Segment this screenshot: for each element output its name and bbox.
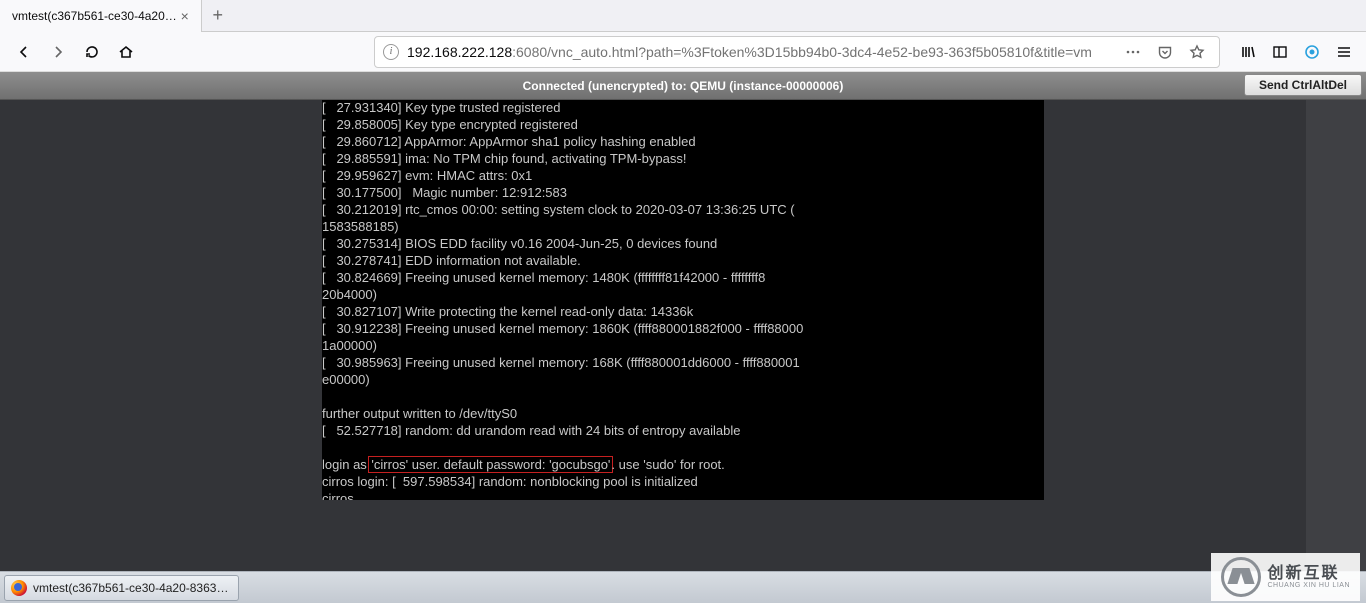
forward-button (42, 36, 74, 68)
page-actions-icon[interactable] (1119, 36, 1147, 68)
console-output: [ 27.931340] Key type trusted registered… (322, 100, 803, 472)
brand-watermark: 创新互联 CHUANG XIN HU LIAN (1211, 553, 1360, 601)
content-area: Connected (unencrypted) to: QEMU (instan… (0, 72, 1366, 571)
brand-logo-icon (1221, 557, 1261, 597)
tab-title: vmtest(c367b561-ce30-4a20… (12, 9, 177, 23)
nav-bar: i 192.168.222.128:6080/vnc_auto.html?pat… (0, 32, 1366, 72)
library-icon[interactable] (1234, 36, 1262, 68)
taskbar-item[interactable]: vmtest(c367b561-ce30-4a20-8363… (4, 575, 239, 601)
vnc-status-text: Connected (unencrypted) to: QEMU (instan… (523, 79, 844, 93)
site-info-icon[interactable]: i (383, 44, 399, 60)
new-tab-button[interactable]: + (202, 0, 234, 32)
extension-icon[interactable] (1298, 36, 1326, 68)
close-tab-icon[interactable]: × (177, 8, 193, 24)
reload-button[interactable] (76, 36, 108, 68)
url-text: 192.168.222.128:6080/vnc_auto.html?path=… (407, 44, 1115, 60)
sidebar-icon[interactable] (1266, 36, 1294, 68)
url-bar[interactable]: i 192.168.222.128:6080/vnc_auto.html?pat… (374, 36, 1220, 68)
bookmark-star-icon[interactable] (1183, 36, 1211, 68)
send-ctrl-alt-del-button[interactable]: Send CtrlAltDel (1244, 74, 1362, 96)
console-highlight: 'cirros' user. default password: 'gocubs… (368, 456, 613, 473)
firefox-icon (11, 580, 27, 596)
browser-tab[interactable]: vmtest(c367b561-ce30-4a20… × (0, 0, 202, 32)
home-button[interactable] (110, 36, 142, 68)
back-button[interactable] (8, 36, 40, 68)
brand-name-en: CHUANG XIN HU LIAN (1267, 582, 1350, 589)
tab-strip: vmtest(c367b561-ce30-4a20… × + (0, 0, 1366, 32)
vnc-status-bar: Connected (unencrypted) to: QEMU (instan… (0, 72, 1366, 100)
taskbar-item-label: vmtest(c367b561-ce30-4a20-8363… (33, 581, 228, 595)
pocket-icon[interactable] (1151, 36, 1179, 68)
taskbar: vmtest(c367b561-ce30-4a20-8363… (0, 571, 1366, 603)
vnc-console[interactable]: [ 27.931340] Key type trusted registered… (322, 100, 1044, 500)
menu-icon[interactable] (1330, 36, 1358, 68)
brand-name-cn: 创新互联 (1267, 566, 1350, 582)
